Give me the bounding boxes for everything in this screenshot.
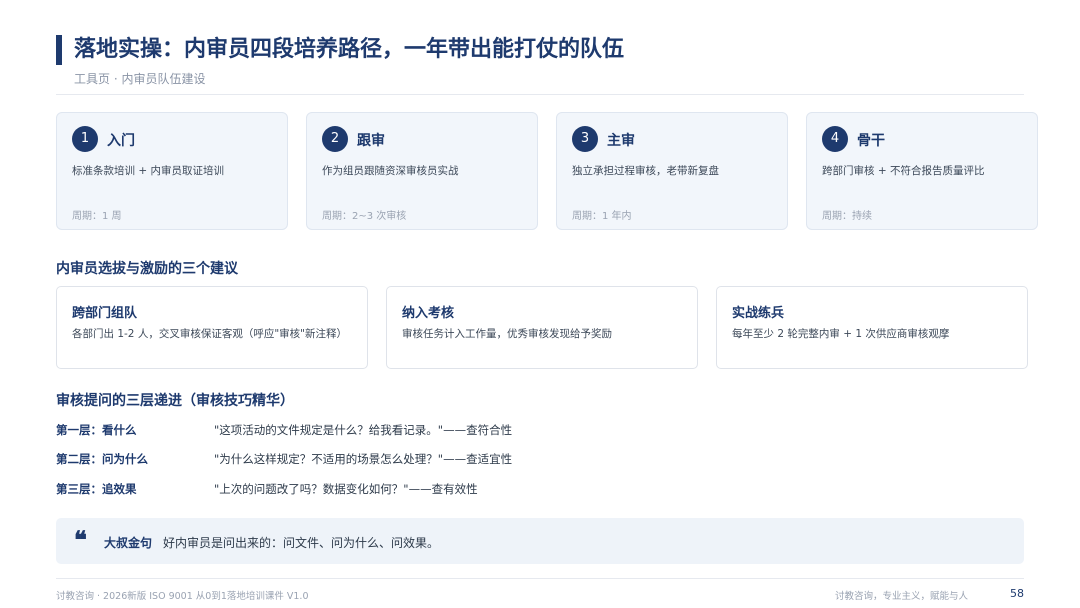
suggestions-heading: 内审员选拔与激励的三个建议 [56,261,238,277]
question-layer-3: 第三层：追效果 "上次的问题改了吗？数据变化如何？"——查有效性 [56,481,956,501]
quote-text: 好内审员是问出来的：问文件、问为什么、问效果。 [163,536,440,550]
stage-name: 主审 [607,133,635,149]
stage-period: 周期：1 年内 [572,211,632,222]
page-title: 落地实操：内审员四段培养路径，一年带出能打仗的队伍 [74,37,625,62]
quote-icon: ❝ [74,525,87,554]
layer-question: "这项活动的文件规定是什么？给我看记录。"——查符合性 [214,423,513,437]
stage-number-badge: 2 [322,126,348,152]
suggestion-description: 各部门出 1-2 人，交叉审核保证客观（呼应"审核"新注释） [72,328,347,340]
suggestion-title: 实战练兵 [732,306,785,321]
stage-description: 标准条款培训 + 内审员取证培训 [72,165,224,177]
footer-divider [56,578,1024,579]
footer-slogan: 讨教咨询，专业主义，赋能与人 [834,591,968,602]
title-accent-bar [56,35,62,65]
suggestion-card-3: 实战练兵 每年至少 2 轮完整内审 + 1 次供应商审核观摩 [716,286,1028,369]
stage-name: 跟审 [357,133,385,149]
quote-box: ❝ 大叔金句 好内审员是问出来的：问文件、问为什么、问效果。 [56,518,1024,564]
stage-description: 独立承担过程审核，老带新复盘 [572,165,719,177]
suggestion-description: 每年至少 2 轮完整内审 + 1 次供应商审核观摩 [732,328,950,340]
stage-card-3: 3 主审 独立承担过程审核，老带新复盘 周期：1 年内 [556,112,788,230]
layer-question: "上次的问题改了吗？数据变化如何？"——查有效性 [214,482,478,496]
stage-description: 跨部门审核 + 不符合报告质量评比 [822,165,985,177]
stage-period: 周期：2~3 次审核 [322,211,407,222]
stage-number-badge: 3 [572,126,598,152]
question-layer-1: 第一层：看什么 "这项活动的文件规定是什么？给我看记录。"——查符合性 [56,422,956,442]
layer-label: 第二层：问为什么 [56,452,148,466]
suggestion-title: 纳入考核 [402,306,455,321]
stage-number-badge: 1 [72,126,98,152]
stage-card-1: 1 入门 标准条款培训 + 内审员取证培训 周期：1 周 [56,112,288,230]
stage-card-2: 2 跟审 作为组员跟随资深审核员实战 周期：2~3 次审核 [306,112,538,230]
suggestion-description: 审核任务计入工作量，优秀审核发现给予奖励 [402,328,612,340]
stage-name: 入门 [107,133,135,149]
stage-name: 骨干 [857,133,885,149]
stage-period: 周期：1 周 [72,211,122,222]
page-number: 58 [1010,587,1024,600]
questions-heading: 审核提问的三层递进（审核技巧精华） [56,393,294,409]
layer-label: 第一层：看什么 [56,423,137,437]
header-divider [56,94,1024,95]
suggestion-card-1: 跨部门组队 各部门出 1-2 人，交叉审核保证客观（呼应"审核"新注释） [56,286,368,369]
stage-description: 作为组员跟随资深审核员实战 [322,165,459,177]
suggestion-card-2: 纳入考核 审核任务计入工作量，优秀审核发现给予奖励 [386,286,698,369]
page-subtitle: 工具页 · 内审员队伍建设 [74,72,206,86]
layer-question: "为什么这样规定？不适用的场景怎么处理？"——查适宜性 [214,452,513,466]
suggestion-title: 跨部门组队 [72,306,138,321]
question-layer-2: 第二层：问为什么 "为什么这样规定？不适用的场景怎么处理？"——查适宜性 [56,451,956,471]
stage-card-4: 4 骨干 跨部门审核 + 不符合报告质量评比 周期：持续 [806,112,1038,230]
footer-course-info: 讨教咨询 · 2026新版 ISO 9001 从0到1落地培训课件 V1.0 [56,591,309,602]
stage-number-badge: 4 [822,126,848,152]
stage-period: 周期：持续 [822,211,872,222]
layer-label: 第三层：追效果 [56,482,137,496]
quote-author: 大叔金句 [104,536,153,550]
